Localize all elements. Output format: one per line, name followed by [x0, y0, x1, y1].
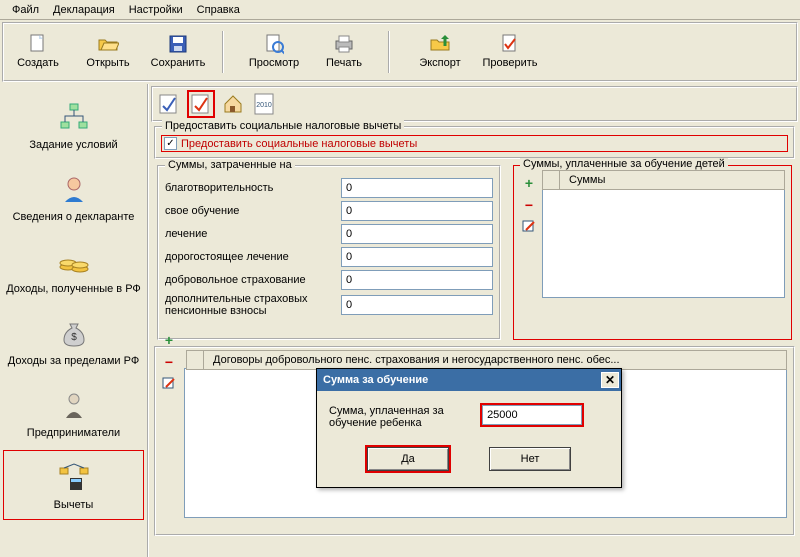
sidebar-item-income-foreign[interactable]: $ Доходы за пределами РФ: [3, 306, 144, 376]
grant-checkbox-label: Предоставить социальные налоговые вычеты: [181, 138, 417, 150]
toolbar: Создать Открыть Сохранить Просмотр Печа: [2, 22, 798, 82]
list-header[interactable]: Суммы: [542, 170, 785, 190]
children-sums-list: Суммы: [542, 170, 785, 298]
label-charity: благотворительность: [165, 182, 335, 194]
save-button[interactable]: Сохранить: [146, 27, 210, 75]
print-button[interactable]: Печать: [312, 27, 376, 75]
export-icon: [429, 33, 451, 55]
remove-button[interactable]: −: [160, 353, 178, 371]
tab-year-icon[interactable]: 2010: [251, 90, 279, 118]
menu-help[interactable]: Справка: [191, 2, 246, 18]
list-body[interactable]: [542, 190, 785, 298]
close-button[interactable]: ✕: [601, 372, 619, 388]
input-own-education[interactable]: [341, 201, 493, 221]
input-expensive-treatment[interactable]: [341, 247, 493, 267]
label-treatment: лечение: [165, 228, 335, 240]
menu-declaration[interactable]: Декларация: [47, 2, 121, 18]
checkbox-checked-icon[interactable]: ✓: [164, 137, 177, 150]
check-doc-icon: [499, 33, 521, 55]
label-pension: дополнительные страховых пенсионные взно…: [165, 293, 335, 317]
menu-settings[interactable]: Настройки: [123, 2, 189, 18]
ok-button[interactable]: Да: [367, 447, 449, 471]
sidebar-label: Сведения о декларанте: [13, 211, 135, 223]
check-label: Проверить: [482, 57, 537, 69]
save-label: Сохранить: [151, 57, 206, 69]
check-button[interactable]: Проверить: [478, 27, 542, 75]
column-sums: Суммы: [569, 174, 605, 186]
cancel-button[interactable]: Нет: [489, 447, 571, 471]
label-expensive-treatment: дорогостоящее лечение: [165, 251, 335, 263]
sidebar-label: Доходы за пределами РФ: [8, 355, 139, 367]
input-insurance[interactable]: [341, 270, 493, 290]
printer-icon: [333, 33, 355, 55]
group-legend: Предоставить социальные налоговые вычеты: [162, 120, 404, 132]
group-grant-social: Предоставить социальные налоговые вычеты…: [154, 126, 795, 159]
label-own-education: свое обучение: [165, 205, 335, 217]
sidebar-item-income-rf[interactable]: Доходы, полученные в РФ: [3, 234, 144, 304]
section-sidebar: Задание условий Сведения о декларанте До…: [0, 84, 149, 557]
svg-text:$: $: [71, 332, 77, 343]
sidebar-label: Вычеты: [54, 499, 94, 511]
group-legend: Суммы, затраченные на: [165, 159, 295, 171]
person-icon: [56, 171, 92, 207]
group-children-education: Суммы, уплаченные за обучение детей + − …: [513, 165, 792, 340]
tab-social-icon[interactable]: [187, 90, 215, 118]
input-charity[interactable]: [341, 178, 493, 198]
contracts-list-header[interactable]: Договоры добровольного пенс. страхования…: [186, 350, 787, 370]
open-button[interactable]: Открыть: [76, 27, 140, 75]
group-legend: Суммы, уплаченные за обучение детей: [520, 158, 728, 170]
svg-text:2010: 2010: [256, 102, 272, 109]
dialog-education-sum: Сумма за обучение ✕ Сумма, уплаченная за…: [316, 368, 622, 488]
coins-icon: [56, 243, 92, 279]
money-bag-icon: $: [56, 315, 92, 351]
tab-standard-icon[interactable]: [155, 90, 183, 118]
tab-property-icon[interactable]: [219, 90, 247, 118]
input-treatment[interactable]: [341, 224, 493, 244]
dialog-titlebar[interactable]: Сумма за обучение ✕: [317, 369, 621, 391]
dialog-title: Сумма за обучение: [323, 374, 428, 386]
column-contracts: Договоры добровольного пенс. страхования…: [213, 354, 620, 366]
sidebar-item-entrepreneurs[interactable]: Предприниматели: [3, 378, 144, 448]
edit-button[interactable]: [520, 218, 538, 236]
group-spent-amounts: Суммы, затраченные на благотворительност…: [157, 165, 501, 340]
add-button[interactable]: +: [160, 331, 178, 349]
sidebar-item-declarant[interactable]: Сведения о декларанте: [3, 162, 144, 232]
sidebar-label: Предприниматели: [27, 427, 120, 439]
toolbar-separator: [388, 31, 396, 73]
print-label: Печать: [326, 57, 362, 69]
create-label: Создать: [17, 57, 59, 69]
export-label: Экспорт: [419, 57, 460, 69]
toolbar-separator: [222, 31, 230, 73]
input-education-sum[interactable]: [482, 405, 582, 425]
export-button[interactable]: Экспорт: [408, 27, 472, 75]
scales-calc-icon: [56, 459, 92, 495]
input-pension[interactable]: [341, 295, 493, 315]
deduction-tabs: 2010: [151, 86, 798, 122]
sidebar-item-conditions[interactable]: Задание условий: [3, 90, 144, 160]
new-doc-icon: [27, 33, 49, 55]
dialog-label: Сумма, уплаченная за обучение ребенка: [329, 405, 479, 429]
sidebar-label: Задание условий: [29, 139, 117, 151]
edit-button[interactable]: [160, 375, 178, 393]
open-label: Открыть: [86, 57, 129, 69]
magnifier-doc-icon: [263, 33, 285, 55]
preview-button[interactable]: Просмотр: [242, 27, 306, 75]
menu-bar: Файл Декларация Настройки Справка: [0, 0, 800, 20]
create-button[interactable]: Создать: [6, 27, 70, 75]
remove-button[interactable]: −: [520, 196, 538, 214]
label-insurance: добровольное страхование: [165, 274, 335, 286]
add-button[interactable]: +: [520, 174, 538, 192]
sidebar-label: Доходы, полученные в РФ: [6, 283, 141, 295]
open-folder-icon: [97, 33, 119, 55]
floppy-icon: [167, 33, 189, 55]
grant-checkbox-row[interactable]: ✓ Предоставить социальные налоговые выче…: [162, 136, 787, 151]
preview-label: Просмотр: [249, 57, 299, 69]
sidebar-item-deductions[interactable]: Вычеты: [3, 450, 144, 520]
businessman-icon: [56, 387, 92, 423]
menu-file[interactable]: Файл: [6, 2, 45, 18]
tree-icon: [56, 99, 92, 135]
